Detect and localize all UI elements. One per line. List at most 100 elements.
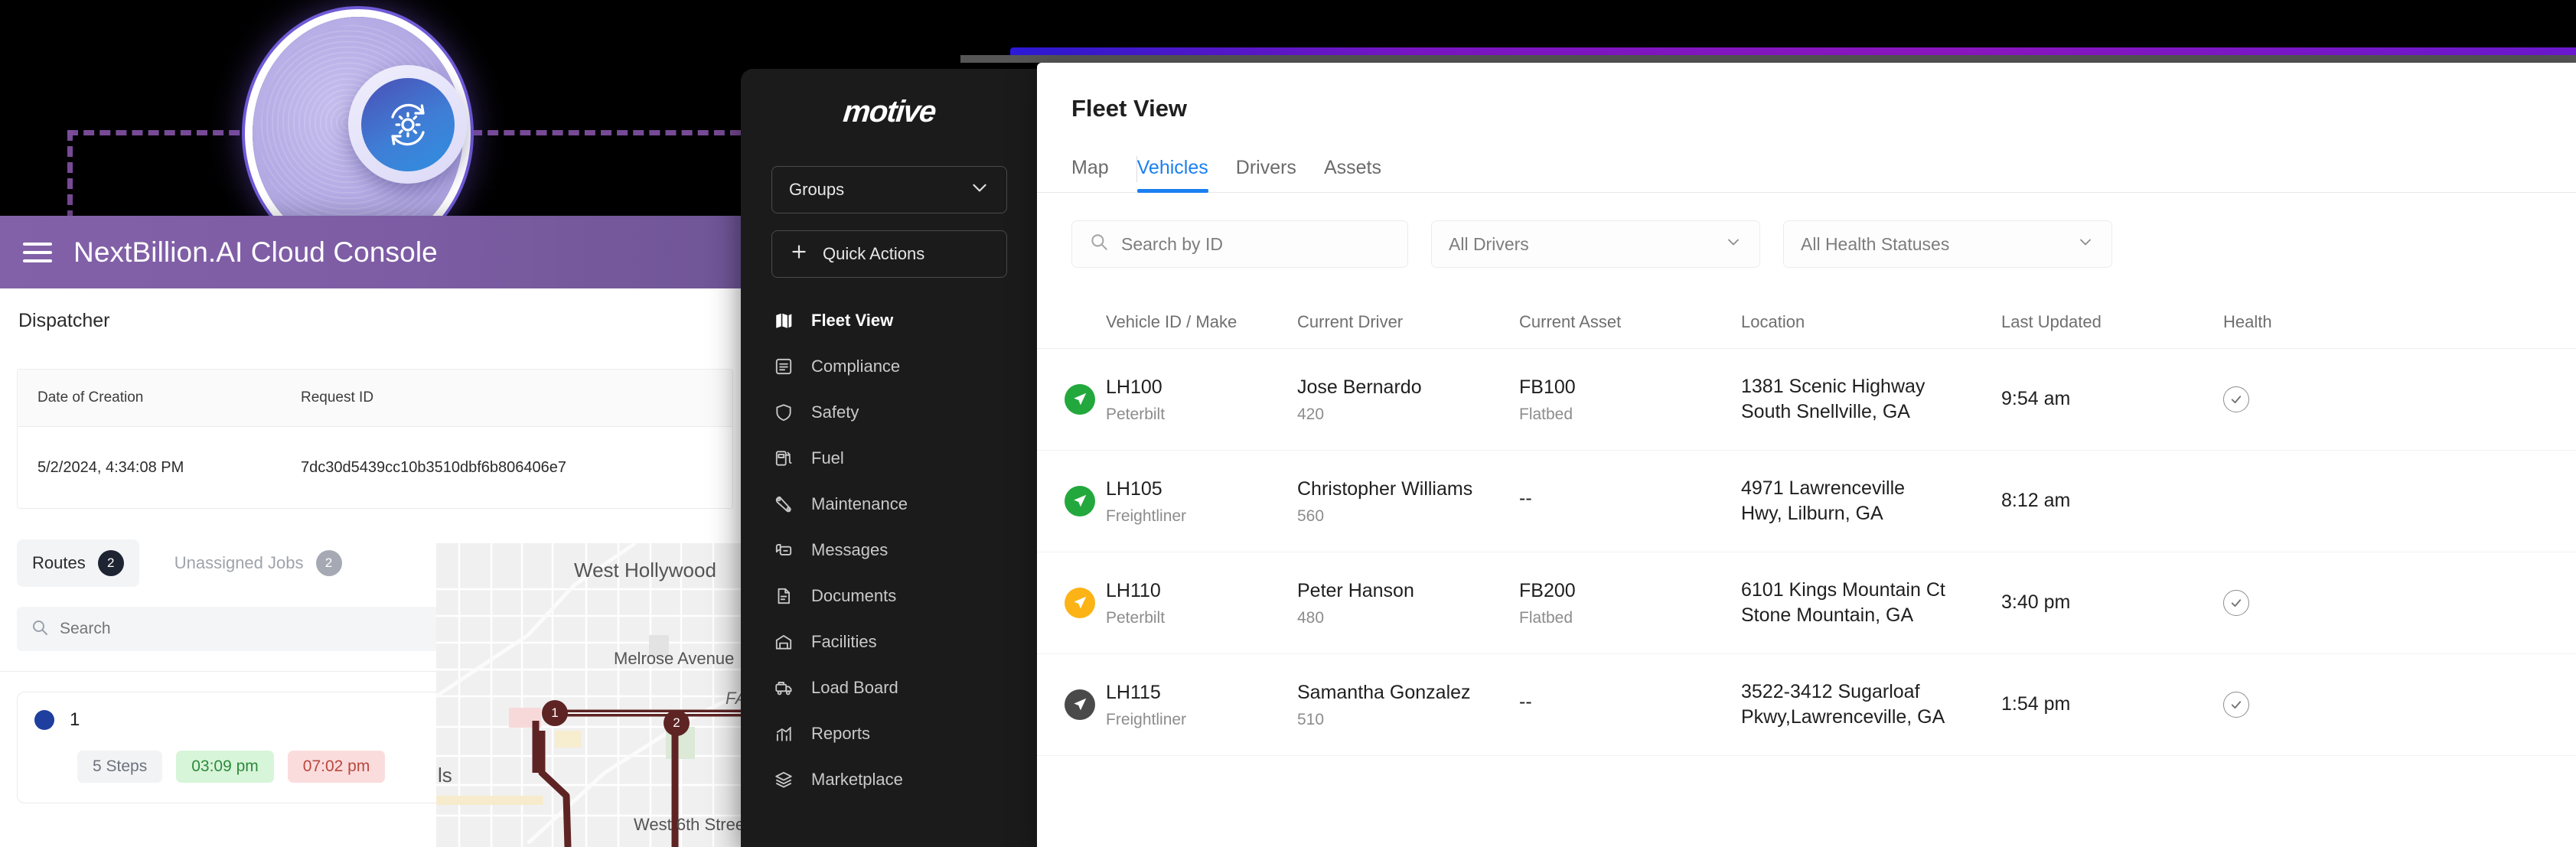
tab-routes[interactable]: Routes 2 [17, 539, 139, 587]
route-map[interactable]: West Hollywood Melrose Avenue FAIR ls We… [436, 543, 750, 847]
vehicle-id: LH110 [1106, 580, 1161, 602]
sidebar-item-fuel[interactable]: Fuel [741, 435, 1038, 481]
vehicle-cell: LH110 Peterbilt [1106, 578, 1297, 627]
column-header-request-id: Request ID [301, 389, 374, 406]
driver-cell: Jose Bernardo 420 [1297, 375, 1519, 424]
fleet-view-filters: Search by ID All Drivers All Health Stat… [1037, 193, 2576, 268]
cell-request-id: 7dc30d5439cc10b3510dbf6b806406e7 [301, 458, 567, 476]
asset-cell: -- [1519, 689, 1741, 720]
check-circle-icon [2223, 590, 2249, 616]
map-stop-marker[interactable]: 2 [664, 710, 690, 736]
sidebar-item-compliance[interactable]: Compliance [741, 344, 1038, 389]
asset-cell: FB100 Flatbed [1519, 375, 1741, 424]
health-filter-select[interactable]: All Health Statuses [1783, 220, 2112, 268]
cell-date-of-creation: 5/2/2024, 4:34:08 PM [37, 458, 184, 476]
driver-cell: Peter Hanson 480 [1297, 578, 1519, 627]
map-label-hills: ls [438, 764, 452, 787]
sidebar-item-facilities[interactable]: Facilities [741, 619, 1038, 665]
sidebar-item-messages[interactable]: Messages [741, 527, 1038, 573]
tab-routes-label: Routes [32, 553, 86, 572]
location-line-1: 1381 Scenic Highway [1741, 375, 1925, 397]
map-stop-marker[interactable]: 1 [542, 700, 568, 726]
sidebar-item-label: Safety [811, 402, 859, 422]
vehicle-cell: LH105 Freightliner [1106, 477, 1297, 526]
driver-id: 560 [1297, 507, 1325, 525]
drivers-filter-select[interactable]: All Drivers [1431, 220, 1760, 268]
column-header-last-updated: Last Updated [2001, 311, 2102, 331]
tab-drivers[interactable]: Drivers [1236, 157, 1296, 193]
last-updated-cell: 8:12 am [2001, 490, 2071, 512]
gear-sync-icon [360, 77, 455, 171]
groups-selector-label: Groups [789, 180, 845, 199]
health-cell [2223, 386, 2376, 412]
column-header-health: Health [2223, 311, 2272, 331]
check-circle-icon [2223, 692, 2249, 718]
motive-logo-text: motive [841, 95, 937, 129]
plus-icon [789, 242, 809, 266]
asset-cell: -- [1519, 486, 1741, 516]
column-header-date-of-creation: Date of Creation [37, 389, 144, 406]
driver-cell: Samantha Gonzalez 510 [1297, 680, 1519, 729]
table-row[interactable]: LH100 Peterbilt Jose Bernardo 420 FB100 … [1037, 349, 2576, 451]
hamburger-menu-icon[interactable] [23, 242, 52, 262]
vehicle-make: Peterbilt [1106, 608, 1166, 627]
fleet-view-tabs: Map Vehicles Drivers Assets [1037, 122, 2576, 193]
sidebar-item-load-board[interactable]: Load Board [741, 665, 1038, 711]
chevron-down-icon [1724, 233, 1743, 256]
fleet-view-panel: Fleet View Map Vehicles Drivers Assets S… [1037, 63, 2576, 847]
load-board-icon [773, 677, 794, 699]
warehouse-icon [773, 631, 794, 653]
fuel-pump-icon [773, 448, 794, 469]
page-title: Dispatcher [18, 310, 110, 331]
tab-vehicles[interactable]: Vehicles [1136, 157, 1208, 193]
tab-unassigned-jobs[interactable]: Unassigned Jobs 2 [159, 539, 357, 587]
motive-nav: Fleet View Compliance Safety Fuel Mainte… [741, 298, 1038, 803]
sidebar-item-safety[interactable]: Safety [741, 389, 1038, 435]
table-row[interactable]: LH110 Peterbilt Peter Hanson 480 FB200 F… [1037, 552, 2576, 654]
column-header-vehicle-id-make: Vehicle ID / Make [1106, 311, 1237, 331]
vehicle-id: LH105 [1106, 478, 1162, 500]
gear-sync-badge [348, 65, 467, 184]
vehicles-table-header: Vehicle ID / Make Current Driver Current… [1037, 295, 2576, 349]
route-steps-chip: 5 Steps [77, 751, 163, 783]
driver-name: Christopher Williams [1297, 478, 1473, 500]
vehicle-search-field[interactable]: Search by ID [1071, 220, 1408, 268]
location-line-1: 6101 Kings Mountain Ct [1741, 578, 1945, 601]
map-label-west-6th-street: West 6th Street [634, 815, 750, 834]
navigation-arrow-icon [1065, 588, 1095, 618]
map-label-melrose-avenue: Melrose Avenue [614, 649, 735, 668]
vehicle-cell: LH100 Peterbilt [1106, 375, 1297, 424]
vehicle-cell: LH115 Freightliner [1106, 680, 1297, 729]
sidebar-item-label: Fuel [811, 448, 844, 467]
tab-map[interactable]: Map [1071, 157, 1109, 193]
table-row[interactable]: LH115 Freightliner Samantha Gonzalez 510… [1037, 654, 2576, 756]
driver-id: 510 [1297, 710, 1325, 728]
location-cell: 4971 Lawrenceville Hwy, Lilburn, GA [1741, 476, 2001, 527]
motive-logo[interactable]: motive [741, 95, 1038, 129]
shield-icon [773, 402, 794, 423]
sidebar-item-fleet-view[interactable]: Fleet View [741, 298, 1038, 344]
table-row[interactable]: 5/2/2024, 4:34:08 PM 7dc30d5439cc10b3510… [18, 427, 732, 508]
sidebar-item-marketplace[interactable]: Marketplace [741, 757, 1038, 803]
chevron-down-icon [2076, 233, 2095, 256]
nextbillion-topbar: NextBillion.AI Cloud Console [0, 216, 750, 288]
sidebar-item-reports[interactable]: Reports [741, 711, 1038, 757]
chat-bubble-icon [773, 539, 794, 561]
sidebar-item-label: Compliance [811, 357, 901, 376]
document-icon [773, 585, 794, 607]
quick-actions-button[interactable]: Quick Actions [771, 230, 1007, 278]
sidebar-item-label: Fleet View [811, 311, 894, 330]
vehicle-id: LH115 [1106, 682, 1161, 704]
route-name: 1 [70, 709, 80, 730]
map-book-icon [773, 310, 794, 331]
sidebar-item-documents[interactable]: Documents [741, 573, 1038, 619]
screenshot-stage: NextBillion.AI Cloud Console Dispatcher … [0, 0, 2576, 847]
tab-routes-count: 2 [97, 550, 124, 576]
sidebar-item-maintenance[interactable]: Maintenance [741, 481, 1038, 527]
table-row[interactable]: LH105 Freightliner Christopher Williams … [1037, 451, 2576, 552]
navigation-arrow-icon [1065, 689, 1095, 720]
navigation-arrow-icon [1065, 384, 1095, 415]
vehicle-make: Freightliner [1106, 507, 1187, 525]
groups-selector[interactable]: Groups [771, 166, 1007, 213]
tab-assets[interactable]: Assets [1324, 157, 1381, 193]
